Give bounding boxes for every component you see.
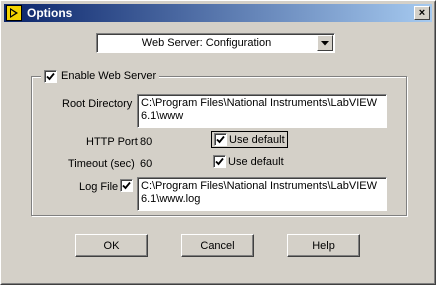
timeout-label: Timeout (sec) (68, 158, 135, 170)
chevron-down-icon[interactable] (317, 35, 333, 51)
root-directory-label: Root Directory (62, 98, 133, 110)
http-port-use-default-label: Use default (229, 133, 285, 146)
title-bar[interactable]: Options × (4, 4, 432, 22)
window-title: Options (27, 6, 73, 20)
log-file-checkbox[interactable] (120, 179, 133, 192)
category-dropdown-value: Web Server: Configuration (141, 37, 272, 49)
checkmark-icon (46, 72, 55, 80)
options-dialog: Options × Web Server: Configuration Enab… (0, 0, 436, 285)
timeout-use-default[interactable]: Use default (213, 155, 284, 168)
timeout-use-default-label: Use default (228, 155, 284, 168)
log-file-label: Log File (79, 181, 119, 193)
labview-icon (6, 5, 22, 21)
close-button[interactable]: × (414, 6, 430, 20)
timeout-value: 60 (140, 158, 153, 170)
cancel-button[interactable]: Cancel (181, 234, 254, 257)
checkmark-icon (215, 157, 224, 166)
category-dropdown[interactable]: Web Server: Configuration (96, 33, 335, 53)
enable-web-server-checkbox[interactable] (44, 69, 57, 83)
enable-web-server-toggle[interactable]: Enable Web Server (41, 68, 160, 84)
help-button[interactable]: Help (287, 234, 360, 257)
checkmark-icon (122, 181, 131, 190)
checkmark-icon (216, 135, 225, 144)
root-directory-field[interactable]: C:\Program Files\National Instruments\La… (137, 94, 387, 128)
ok-button[interactable]: OK (75, 234, 148, 257)
enable-web-server-label: Enable Web Server (61, 70, 157, 82)
http-port-use-default-checkbox[interactable] (214, 133, 227, 146)
close-icon: × (418, 6, 426, 19)
http-port-value: 80 (140, 136, 153, 148)
http-port-label: HTTP Port (86, 136, 138, 148)
http-port-use-default[interactable]: Use default (211, 131, 288, 148)
timeout-use-default-checkbox[interactable] (213, 155, 226, 168)
log-file-field[interactable]: C:\Program Files\National Instruments\La… (137, 177, 387, 211)
